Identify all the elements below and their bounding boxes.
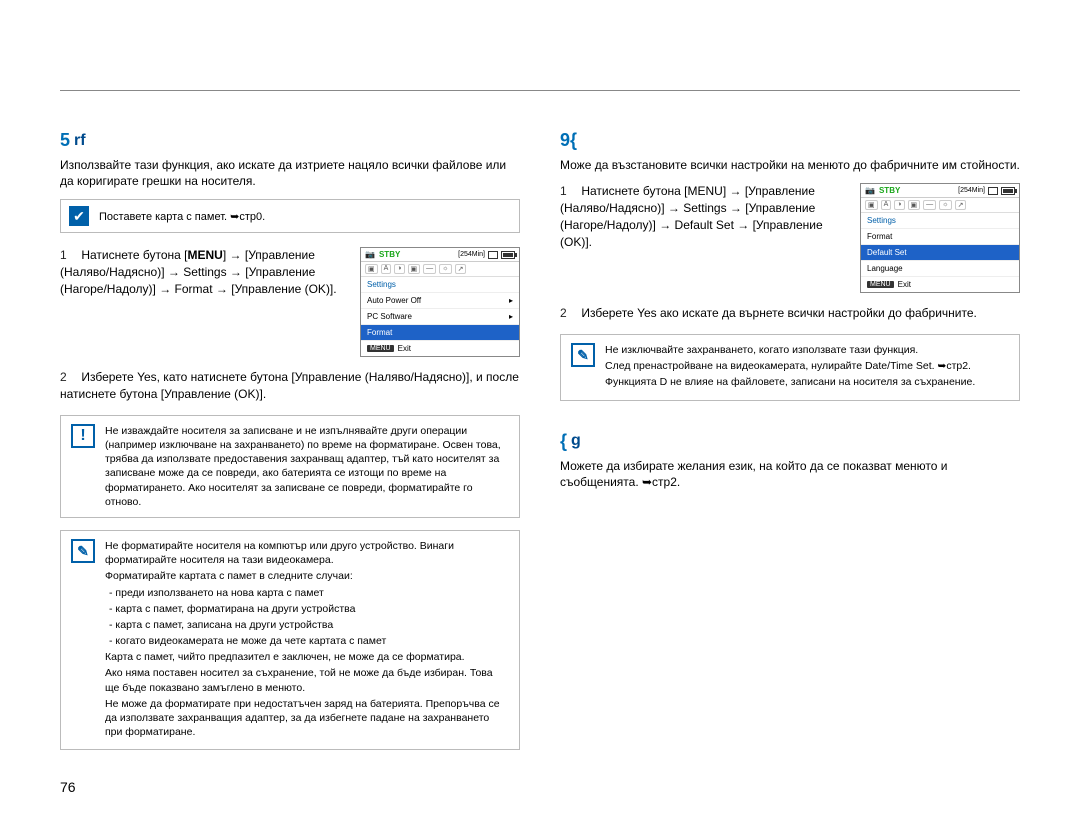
default-set-info-list: Не изключвайте захранването, когато изпо… [605, 343, 975, 392]
left-title-accent: 5 [60, 130, 70, 151]
camera-mode-icon: 📷 [865, 186, 875, 195]
left-intro: Използвайте тази функция, ако искате да … [60, 157, 520, 189]
menu-format[interactable]: Format [361, 325, 519, 341]
left-step2: 2 Изберете Yes, като натиснете бутона [У… [60, 369, 520, 403]
info-icon: ✎ [571, 343, 595, 367]
default-set-intro: Може да възстановите всички настройки на… [560, 157, 1020, 173]
menu-pcsoft[interactable]: PC Software▸ [361, 309, 519, 325]
left-step1-row: 1 Натиснете бутона [MENU] → [Управление … [60, 247, 520, 357]
top-rule [60, 90, 1020, 91]
default-set-section: 9{ Може да възстановите всички настройки… [560, 130, 1020, 401]
menu-language[interactable]: Language [861, 261, 1019, 277]
camera-topbar: 📷 STBY [254Min] [361, 248, 519, 262]
page-number: 76 [60, 779, 76, 795]
battery-icon [1001, 187, 1015, 195]
menu-settings[interactable]: Settings [361, 277, 519, 293]
stby-label: STBY [379, 250, 400, 259]
left-camera-ui: 📷 STBY [254Min] ▣A◑▣—☼↗ Settings [360, 247, 520, 357]
default-set-info-box: ✎ Не изключвайте захранването, когато из… [560, 334, 1020, 401]
camera-topbar: 📷 STBY [254Min] [861, 184, 1019, 198]
step-num-1: 1 [60, 247, 74, 264]
left-title: 5 rf [60, 130, 520, 151]
step-num-1: 1 [560, 183, 574, 200]
warn-note-text: Не изваждайте носителя за записване и не… [105, 424, 509, 509]
card-icon [488, 251, 498, 259]
camera-nav-icons: ▣A◑▣—☼↗ [861, 198, 1019, 213]
default-set-title: 9{ [560, 130, 1020, 151]
menu-settings[interactable]: Settings [861, 213, 1019, 229]
warn-note-box: ! Не изваждайте носителя за записване и … [60, 415, 520, 518]
chevron-icon: ▸ [509, 296, 513, 305]
step-num-2: 2 [60, 369, 74, 386]
right-column: 9{ Може да възстановите всички настройки… [560, 130, 1020, 750]
battery-icon [501, 251, 515, 259]
right-step2: 2 Изберете Yes ако искате да върнете вси… [560, 305, 1020, 322]
menu-default-set[interactable]: Default Set [861, 245, 1019, 261]
time-remaining: [254Min] [458, 251, 485, 258]
language-intro: Можете да избирате желания език, на койт… [560, 458, 1020, 490]
right-camera-ui: 📷 STBY [254Min] ▣A◑▣—☼↗ Settings [860, 183, 1020, 293]
left-step2-row: 2 Изберете Yes, като натиснете бутона [У… [60, 369, 520, 403]
menu-exit[interactable]: MENU Exit [861, 277, 1019, 292]
left-step1: 1 Натиснете бутона [MENU] → [Управление … [60, 247, 346, 357]
right-step1-row: 1 Натиснете бутона [MENU] → [Управление … [560, 183, 1020, 293]
left-title-rest: rf [74, 132, 86, 150]
step-num-2: 2 [560, 305, 574, 322]
info-icon: ✎ [71, 539, 95, 563]
insert-card-box: ✔ Поставете карта с памет. ➥стр0. [60, 199, 520, 233]
stby-label: STBY [879, 186, 900, 195]
insert-card-text: Поставете карта с памет. ➥стр0. [99, 210, 265, 223]
right-step2-row: 2 Изберете Yes ако искате да върнете вси… [560, 305, 1020, 322]
language-section: { g Можете да избирате желания език, на … [560, 431, 1020, 490]
camera-mode-icon: 📷 [365, 250, 375, 259]
left-column: 5 rf Използвайте тази функция, ако искат… [60, 130, 520, 750]
camera-nav-icons: ▣A◑▣—☼↗ [361, 262, 519, 277]
right-step1: 1 Натиснете бутона [MENU] → [Управление … [560, 183, 846, 293]
check-icon: ✔ [69, 206, 89, 226]
time-remaining: [254Min] [958, 187, 985, 194]
warning-icon: ! [71, 424, 95, 448]
menu-autopower[interactable]: Auto Power Off▸ [361, 293, 519, 309]
card-icon [988, 187, 998, 195]
info-note-box: ✎ Не форматирайте носителя на компютър и… [60, 530, 520, 750]
info-note-list: Не форматирайте носителя на компютър или… [105, 539, 509, 741]
menu-exit[interactable]: MENU Exit [361, 341, 519, 356]
menu-format-mini[interactable]: Format [861, 229, 1019, 245]
language-title: { g [560, 431, 1020, 452]
chevron-icon: ▸ [509, 312, 513, 321]
